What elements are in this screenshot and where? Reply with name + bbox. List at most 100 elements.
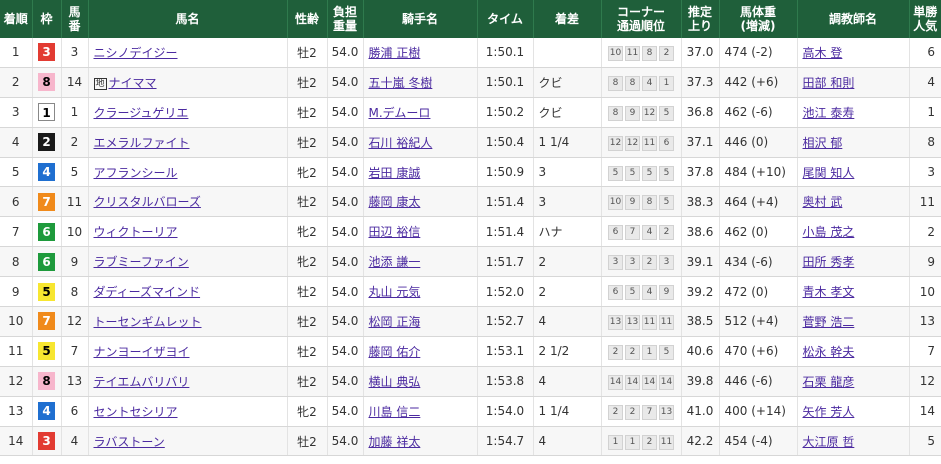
sexage-cell: 牝2 — [286, 157, 327, 188]
margin-cell: 2 — [532, 276, 601, 308]
jockey-name-link[interactable]: 横山 典弘 — [369, 375, 421, 389]
jockey-cell: M.デムーロ — [362, 97, 477, 128]
corner-position: 13 — [625, 314, 640, 330]
trainer-name-link[interactable]: 相沢 郁 — [803, 136, 843, 150]
table-row: 12 8 13 テイエムバリバリ 牡2 54.0 横山 典弘 1:53.8 4 … — [0, 366, 941, 397]
horse-name-link[interactable]: ラブミーファイン — [94, 255, 189, 269]
trainer-name-link[interactable]: 青木 孝文 — [803, 285, 855, 299]
header-weight[interactable]: 負担 重量 — [326, 0, 363, 38]
jockey-cell: 勝浦 正樹 — [362, 38, 477, 68]
horse-name-link[interactable]: ニシノデイジー — [94, 46, 178, 60]
weight-cell: 54.0 — [326, 426, 363, 457]
jockey-name-link[interactable]: 勝浦 正樹 — [369, 46, 421, 60]
horse-name-link[interactable]: テイエムバリバリ — [94, 375, 190, 389]
sexage-cell: 牝2 — [286, 396, 327, 427]
trainer-name-link[interactable]: 菅野 浩二 — [803, 315, 855, 329]
waku-badge: 6 — [38, 252, 55, 271]
jockey-name-link[interactable]: 川島 信二 — [369, 405, 421, 419]
header-trainer[interactable]: 調教師名 — [796, 0, 909, 38]
waku-badge: 2 — [38, 133, 55, 152]
corner-position: 1 — [625, 434, 640, 450]
corner-position: 6 — [608, 225, 623, 241]
horse-name-link[interactable]: エメラルファイト — [94, 136, 190, 150]
header-popularity[interactable]: 単勝 人気 — [908, 0, 941, 38]
jockey-name-link[interactable]: 松岡 正海 — [369, 315, 421, 329]
last3f-cell: 36.8 — [680, 97, 719, 128]
jockey-name-link[interactable]: 藤岡 康太 — [369, 195, 421, 209]
corner-position: 2 — [642, 434, 657, 450]
header-waku[interactable]: 枠 — [31, 0, 61, 38]
jockey-cell: 岩田 康誠 — [362, 157, 477, 188]
jockey-cell: 藤岡 康太 — [362, 186, 477, 218]
header-time[interactable]: タイム — [476, 0, 533, 38]
corner-position: 5 — [659, 344, 674, 360]
corner-cell: 2215 — [600, 336, 681, 367]
waku-cell: 6 — [31, 246, 61, 278]
horse-name-link[interactable]: ダディーズマインド — [94, 285, 201, 299]
jockey-name-link[interactable]: M.デムーロ — [369, 106, 431, 120]
body-weight-cell: 474 (-2) — [718, 38, 797, 68]
trainer-name-link[interactable]: 松永 幹夫 — [803, 345, 855, 359]
corner-position: 13 — [608, 314, 623, 330]
trainer-name-link[interactable]: 矢作 芳人 — [803, 405, 855, 419]
jockey-name-link[interactable]: 石川 裕紀人 — [369, 136, 433, 150]
rank-cell: 9 — [0, 276, 32, 308]
table-row: 14 3 4 ラバストーン 牡2 54.0 加藤 祥太 1:54.7 4 112… — [0, 426, 941, 457]
trainer-name-link[interactable]: 池江 泰寿 — [803, 106, 855, 120]
waku-badge: 7 — [38, 192, 55, 211]
trainer-name-link[interactable]: 奥村 武 — [803, 195, 843, 209]
last3f-cell: 38.3 — [680, 186, 719, 218]
header-jockey[interactable]: 騎手名 — [362, 0, 477, 38]
corner-position: 10 — [608, 195, 623, 211]
horse-name-link[interactable]: クリスタルバローズ — [94, 195, 201, 209]
corner-position: 9 — [659, 285, 674, 301]
trainer-cell: 矢作 芳人 — [796, 396, 909, 427]
horse-name-link[interactable]: ラバストーン — [94, 435, 165, 449]
header-sexage[interactable]: 性齢 — [286, 0, 327, 38]
horse-name-link[interactable]: ウィクトーリア — [94, 225, 178, 239]
header-corner-line1: コーナー — [616, 5, 665, 19]
trainer-name-link[interactable]: 石栗 龍彦 — [803, 375, 855, 389]
last3f-cell: 42.2 — [680, 426, 719, 457]
weight-cell: 54.0 — [326, 186, 363, 218]
horse-name-link[interactable]: アフランシール — [94, 166, 178, 180]
jockey-name-link[interactable]: 丸山 元気 — [369, 285, 421, 299]
header-rank[interactable]: 着順 — [0, 0, 32, 38]
corner-positions: 5555 — [608, 165, 674, 181]
popularity-cell: 8 — [908, 127, 941, 158]
horse-name-link[interactable]: トーセンギムレット — [94, 315, 202, 329]
trainer-name-link[interactable]: 田部 和則 — [803, 76, 855, 90]
jockey-name-link[interactable]: 田辺 裕信 — [369, 225, 421, 239]
horse-name-link[interactable]: クラージュゲリエ — [94, 106, 189, 120]
corner-position: 2 — [608, 404, 623, 420]
horse-name-link[interactable]: セントセシリア — [94, 405, 178, 419]
time-cell: 1:52.7 — [476, 306, 533, 337]
header-last3f[interactable]: 推定 上り — [680, 0, 719, 38]
corner-position: 2 — [625, 404, 640, 420]
jockey-name-link[interactable]: 池添 謙一 — [369, 255, 421, 269]
trainer-name-link[interactable]: 大江原 哲 — [803, 435, 855, 449]
header-horse[interactable]: 馬名 — [87, 0, 287, 38]
jockey-name-link[interactable]: 藤岡 佑介 — [369, 345, 421, 359]
trainer-name-link[interactable]: 小島 茂之 — [803, 225, 855, 239]
jockey-cell: 藤岡 佑介 — [362, 336, 477, 367]
horse-name-link[interactable]: ナイママ — [109, 76, 157, 90]
header-umaban[interactable]: 馬番 — [60, 0, 88, 38]
trainer-name-link[interactable]: 尾関 知人 — [803, 166, 855, 180]
horse-cell: トーセンギムレット — [87, 306, 287, 337]
jockey-name-link[interactable]: 岩田 康誠 — [369, 166, 421, 180]
corner-position: 5 — [625, 165, 640, 181]
trainer-name-link[interactable]: 高木 登 — [803, 46, 843, 60]
horse-cell: ラバストーン — [87, 426, 287, 457]
header-corner[interactable]: コーナー 通過順位 — [600, 0, 681, 38]
umaban-cell: 4 — [60, 426, 88, 457]
last3f-cell: 38.6 — [680, 216, 719, 248]
trainer-name-link[interactable]: 田所 秀孝 — [803, 255, 855, 269]
header-body-weight[interactable]: 馬体重 (増減) — [718, 0, 797, 38]
jockey-name-link[interactable]: 加藤 祥太 — [369, 435, 421, 449]
horse-name-link[interactable]: ナンヨーイザヨイ — [94, 345, 190, 359]
corner-positions: 2215 — [608, 344, 674, 360]
header-margin[interactable]: 着差 — [532, 0, 601, 38]
jockey-name-link[interactable]: 五十嵐 冬樹 — [369, 76, 433, 90]
corner-cell: 13 13 11 11 — [600, 306, 681, 337]
